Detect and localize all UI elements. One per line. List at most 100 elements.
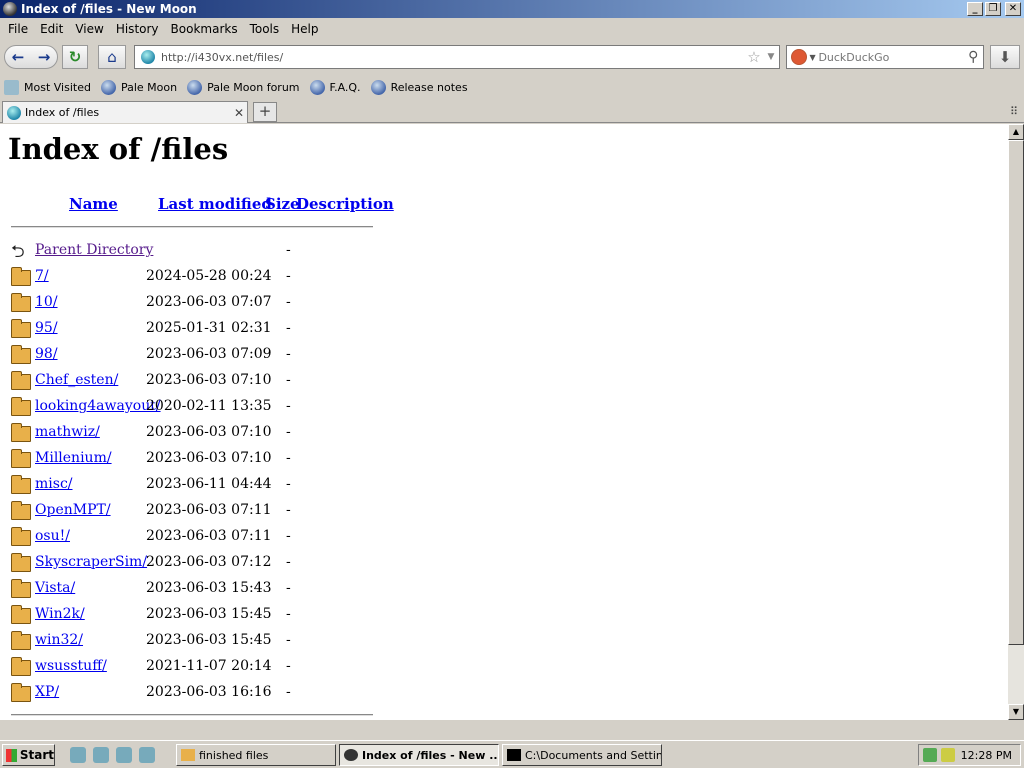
directory-row: Chef_esten/2023-06-03 07:10-: [11, 371, 371, 392]
menu-history[interactable]: History: [110, 22, 165, 36]
moon-icon: [344, 749, 358, 761]
reload-button[interactable]: ↻: [62, 45, 88, 69]
globe-icon: [370, 79, 386, 95]
search-input[interactable]: [818, 50, 964, 64]
last-modified-cell: 2023-06-03 16:16: [146, 684, 272, 700]
url-dropdown-icon[interactable]: ▼: [763, 52, 779, 62]
engine-dropdown-icon[interactable]: ▼: [807, 53, 819, 62]
directory-link[interactable]: misc/: [35, 476, 73, 492]
size-cell: -: [286, 606, 291, 622]
size-cell: -: [286, 242, 291, 258]
directory-row: mathwiz/2023-06-03 07:10-: [11, 423, 371, 444]
security-icon[interactable]: [941, 748, 955, 762]
taskbar-button-folder[interactable]: finished files: [176, 744, 336, 766]
scroll-down-icon[interactable]: ▼: [1008, 704, 1024, 720]
sort-by-description-link[interactable]: Description: [296, 195, 394, 213]
directory-link[interactable]: OpenMPT/: [35, 502, 111, 518]
directory-link[interactable]: looking4awayout/: [35, 398, 161, 414]
start-button[interactable]: Start: [2, 744, 55, 766]
directory-link[interactable]: 95/: [35, 320, 58, 336]
folder-icon: [11, 345, 31, 364]
folder-icon: [11, 657, 31, 676]
directory-link[interactable]: win32/: [35, 632, 83, 648]
directory-row: 95/2025-01-31 02:31-: [11, 319, 371, 340]
page-heading: Index of /files: [8, 132, 229, 166]
directory-link[interactable]: Chef_esten/: [35, 372, 118, 388]
directory-link[interactable]: 98/: [35, 346, 58, 362]
forward-button[interactable]: →: [31, 48, 57, 66]
size-cell: -: [286, 424, 291, 440]
folder-icon: [11, 683, 31, 702]
restore-button[interactable]: ❐: [985, 2, 1001, 16]
menu-edit[interactable]: Edit: [34, 22, 69, 36]
network-icon[interactable]: [923, 748, 937, 762]
back-button[interactable]: ←: [5, 48, 31, 66]
scrollbar-thumb[interactable]: [1008, 140, 1024, 645]
site-identity-icon[interactable]: [141, 50, 155, 64]
window-title: Index of /files - New Moon: [21, 2, 197, 16]
bookmark-pale-moon-forum[interactable]: Pale Moon forum: [187, 79, 300, 95]
scroll-up-icon[interactable]: ▲: [1008, 124, 1024, 140]
download-button[interactable]: ⬇: [990, 45, 1020, 69]
minimize-button[interactable]: _: [967, 2, 983, 16]
directory-link[interactable]: mathwiz/: [35, 424, 100, 440]
taskbar-button-cmd[interactable]: C:\Documents and Setting...: [502, 744, 662, 766]
quick-launch: [70, 747, 162, 763]
size-cell: -: [286, 580, 291, 596]
sort-by-last-modified-link[interactable]: Last modified: [158, 195, 272, 213]
menu-view[interactable]: View: [69, 22, 109, 36]
folder-icon: [11, 605, 31, 624]
directory-link[interactable]: Vista/: [35, 580, 75, 596]
directory-link[interactable]: Millenium/: [35, 450, 112, 466]
menu-tools[interactable]: Tools: [244, 22, 286, 36]
last-modified-cell: 2023-06-03 15:43: [146, 580, 272, 596]
page-content: Index of /files Name Last modified Size …: [0, 124, 1008, 720]
last-modified-cell: 2023-06-03 07:10: [146, 424, 272, 440]
directory-link[interactable]: wsusstuff/: [35, 658, 107, 674]
sort-by-size-link[interactable]: Size: [265, 195, 300, 213]
last-modified-cell: 2024-05-28 00:24: [146, 268, 272, 284]
tab-index-of-files[interactable]: Index of /files ✕: [2, 101, 248, 123]
sort-by-name-link[interactable]: Name: [69, 195, 118, 213]
menu-file[interactable]: File: [2, 22, 34, 36]
directory-row: Millenium/2023-06-03 07:10-: [11, 449, 371, 470]
tab-close-icon[interactable]: ✕: [231, 106, 247, 120]
globe-icon: [100, 79, 116, 95]
bookmark-release-notes[interactable]: Release notes: [370, 79, 468, 95]
close-button[interactable]: ✕: [1005, 2, 1021, 16]
bookmark-most-visited[interactable]: Most Visited: [4, 79, 91, 95]
parent-directory-link[interactable]: Parent Directory: [35, 242, 153, 258]
size-cell: -: [286, 554, 291, 570]
folder-icon: [11, 319, 31, 338]
menu-help[interactable]: Help: [285, 22, 324, 36]
bookmark-pale-moon[interactable]: Pale Moon: [100, 79, 177, 95]
desktop-icon[interactable]: [70, 747, 86, 763]
moon-icon: [3, 2, 17, 16]
size-cell: -: [286, 398, 291, 414]
title-bar: Index of /files - New Moon _ ❐ ✕: [0, 0, 1024, 18]
taskbar-button-browser[interactable]: Index of /files - New ...: [339, 744, 499, 766]
directory-link[interactable]: osu!/: [35, 528, 70, 544]
tab-list-icon[interactable]: ⠿: [1010, 105, 1018, 118]
search-icon[interactable]: ⚲: [963, 49, 983, 65]
bookmark-star-icon[interactable]: ☆: [745, 48, 763, 66]
bookmark-faq[interactable]: F.A.Q.: [309, 79, 361, 95]
directory-link[interactable]: 7/: [35, 268, 49, 284]
media-icon[interactable]: [139, 747, 155, 763]
browser-icon[interactable]: [93, 747, 109, 763]
directory-row: Win2k/2023-06-03 15:45-: [11, 605, 371, 626]
new-tab-button[interactable]: +: [253, 102, 277, 122]
directory-link[interactable]: SkyscraperSim/: [35, 554, 147, 570]
folder-icon: [11, 475, 31, 494]
url-input[interactable]: [161, 50, 745, 64]
directory-link[interactable]: Win2k/: [35, 606, 85, 622]
directory-link[interactable]: XP/: [35, 684, 59, 700]
explorer-icon[interactable]: [116, 747, 132, 763]
last-modified-cell: 2021-11-07 20:14: [146, 658, 272, 674]
menu-bookmarks[interactable]: Bookmarks: [165, 22, 244, 36]
home-button[interactable]: ⌂: [98, 45, 126, 69]
duckduckgo-icon[interactable]: [791, 49, 807, 65]
directory-link[interactable]: 10/: [35, 294, 58, 310]
size-cell: -: [286, 476, 291, 492]
vertical-scrollbar[interactable]: ▲ ▼: [1008, 124, 1024, 720]
